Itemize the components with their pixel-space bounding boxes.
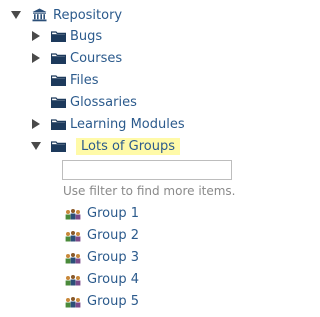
group-icon xyxy=(65,252,81,263)
group-icon xyxy=(65,274,81,285)
filter-input[interactable] xyxy=(62,160,232,180)
toggle-spacer xyxy=(30,96,42,108)
group-item: Group 5 xyxy=(64,291,139,311)
group-label[interactable]: Group 2 xyxy=(87,228,139,243)
tree-item-lots-of-groups: Lots of Groups xyxy=(30,136,180,156)
group-label[interactable]: Group 4 xyxy=(87,272,139,287)
toggle-spacer xyxy=(30,74,42,86)
collapse-toggle[interactable] xyxy=(10,9,22,21)
tree-root-repository: Repository xyxy=(10,5,122,25)
collapse-toggle[interactable] xyxy=(30,140,42,152)
triangle-down-icon xyxy=(31,142,41,150)
tree-item-glossaries: Glossaries xyxy=(30,92,137,112)
triangle-right-icon xyxy=(32,53,40,63)
tree-root-label[interactable]: Repository xyxy=(53,8,122,23)
tree-item-label[interactable]: Learning Modules xyxy=(70,117,185,132)
group-item: Group 2 xyxy=(64,225,139,245)
filter-hint: Use filter to find more items. xyxy=(63,184,236,198)
expand-toggle[interactable] xyxy=(30,30,42,42)
group-label[interactable]: Group 1 xyxy=(87,206,139,221)
group-label[interactable]: Group 3 xyxy=(87,250,139,265)
folder-icon xyxy=(51,118,66,130)
group-icon xyxy=(65,296,81,307)
triangle-right-icon xyxy=(32,119,40,129)
triangle-down-icon xyxy=(11,11,21,19)
triangle-right-icon xyxy=(32,31,40,41)
folder-icon xyxy=(51,140,66,152)
expand-toggle[interactable] xyxy=(30,118,42,130)
group-icon xyxy=(65,230,81,241)
group-item: Group 1 xyxy=(64,203,139,223)
expand-toggle[interactable] xyxy=(30,52,42,64)
tree-item-courses: Courses xyxy=(30,48,122,68)
group-item: Group 4 xyxy=(64,269,139,289)
tree-item-label[interactable]: Files xyxy=(70,73,99,88)
tree-item-files: Files xyxy=(30,70,99,90)
tree-item-label[interactable]: Courses xyxy=(70,51,122,66)
folder-icon xyxy=(51,52,66,64)
group-label[interactable]: Group 5 xyxy=(87,294,139,309)
tree-item-label[interactable]: Glossaries xyxy=(70,95,137,110)
tree-item-learning-modules: Learning Modules xyxy=(30,114,185,134)
folder-icon xyxy=(51,74,66,86)
tree-item-label[interactable]: Bugs xyxy=(70,29,102,44)
group-item: Group 3 xyxy=(64,247,139,267)
group-icon xyxy=(65,208,81,219)
repository-icon xyxy=(32,8,47,22)
tree-item-bugs: Bugs xyxy=(30,26,102,46)
tree-item-label-highlighted[interactable]: Lots of Groups xyxy=(76,137,180,155)
folder-icon xyxy=(51,30,66,42)
folder-icon xyxy=(51,96,66,108)
